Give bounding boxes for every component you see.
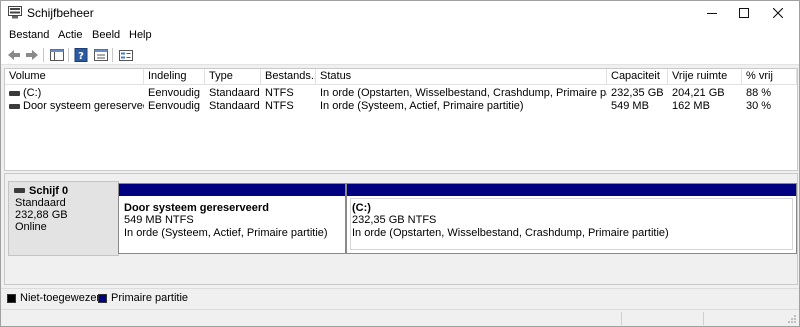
cell-status: In orde (Systeem, Actief, Primaire parti…	[320, 100, 524, 112]
cell-indeling: Eenvoudig	[148, 87, 200, 99]
column-header-bestandssysteem[interactable]: Bestands...	[261, 69, 316, 85]
column-header-capaciteit[interactable]: Capaciteit	[607, 69, 668, 85]
window-title: Schijfbeheer	[27, 6, 94, 20]
disk-state: Online	[15, 221, 47, 233]
disk-management-window: Schijfbeheer Bestand Actie Beeld Help ? …	[0, 0, 800, 327]
partition-size: 549 MB NTFS	[124, 214, 194, 226]
column-header-vrije-ruimte[interactable]: Vrije ruimte	[668, 69, 742, 85]
cell-bestandssysteem: NTFS	[265, 100, 294, 112]
column-header-volume[interactable]: Volume	[5, 69, 144, 85]
cell-vrije-ruimte: 204,21 GB	[672, 87, 725, 99]
minimize-icon	[707, 13, 717, 14]
partition-system-reserved[interactable]: Door systeem gereserveerd 549 MB NTFS In…	[118, 183, 346, 254]
toolbar-separator	[43, 48, 44, 62]
maximize-icon	[739, 8, 749, 18]
cell-vrije-ruimte: 162 MB	[672, 100, 710, 112]
cell-volume: Door systeem gereserveerd	[23, 100, 144, 112]
toolbar-separator	[112, 48, 113, 62]
cell-capaciteit: 232,35 GB	[611, 87, 664, 99]
cell-type: Standaard	[209, 100, 260, 112]
disk-name: Schijf 0	[29, 185, 69, 197]
partition-size: 232,35 GB NTFS	[352, 214, 437, 226]
svg-text:?: ?	[78, 51, 84, 62]
cell-type: Standaard	[209, 87, 260, 99]
primary-partition-bar	[119, 184, 345, 196]
cell-procent-vrij: 30 %	[746, 100, 772, 112]
maximize-button[interactable]	[727, 1, 761, 25]
column-header-status[interactable]: Status	[316, 69, 607, 85]
status-divider	[621, 312, 622, 325]
menu-bestand[interactable]: Bestand	[9, 28, 49, 42]
console-tree-icon[interactable]	[49, 47, 65, 63]
partition-name: Door systeem gereserveerd	[124, 202, 269, 214]
column-header-indeling[interactable]: Indeling	[144, 69, 205, 85]
legend-swatch-primary	[98, 294, 107, 303]
menu-help[interactable]: Help	[129, 28, 152, 42]
help-icon[interactable]: ?	[73, 47, 89, 63]
cell-status: In orde (Opstarten, Wisselbestand, Crash…	[320, 87, 607, 99]
menu-bar: Bestand Actie Beeld Help	[1, 25, 799, 45]
partition-name: (C:)	[352, 202, 371, 214]
menu-beeld[interactable]: Beeld	[92, 28, 120, 42]
toolbar: ?	[1, 45, 799, 65]
primary-partition-bar	[347, 184, 796, 196]
close-button[interactable]	[761, 1, 795, 25]
disk-settings-icon[interactable]	[118, 47, 134, 63]
back-arrow-icon[interactable]	[6, 47, 22, 63]
legend-label-primary: Primaire partitie	[111, 292, 189, 304]
legend-swatch-unallocated	[7, 294, 16, 303]
status-divider	[703, 312, 704, 325]
partition-c-drive[interactable]: (C:) 232,35 GB NTFS In orde (Opstarten, …	[346, 183, 797, 254]
disk-drive-icon	[14, 188, 25, 193]
minimize-button[interactable]	[695, 1, 729, 25]
column-header-procent-vrij[interactable]: % vrij	[742, 69, 797, 85]
disk-management-app-icon	[8, 6, 22, 19]
menu-actie[interactable]: Actie	[58, 28, 82, 42]
cell-capaciteit: 549 MB	[611, 100, 649, 112]
title-bar[interactable]: Schijfbeheer	[1, 1, 799, 25]
legend: Niet-toegewezen Primaire partitie	[1, 288, 799, 308]
cell-procent-vrij: 88 %	[746, 87, 772, 99]
cell-bestandssysteem: NTFS	[265, 87, 294, 99]
close-icon	[773, 8, 783, 18]
volume-list: Volume Indeling Type Bestands... Status …	[4, 68, 798, 171]
cell-indeling: Eenvoudig	[148, 100, 200, 112]
toolbar-separator	[68, 48, 69, 62]
properties-icon[interactable]	[93, 47, 109, 63]
resize-grip-icon[interactable]	[787, 314, 797, 324]
disk-size: 232,88 GB	[15, 209, 68, 221]
forward-arrow-icon[interactable]	[24, 47, 40, 63]
disk-0-label[interactable]: Schijf 0 Standaard 232,88 GB Online	[8, 181, 119, 256]
column-header-type[interactable]: Type	[205, 69, 261, 85]
partition-status: In orde (Systeem, Actief, Primaire parti…	[124, 227, 328, 239]
disk-graphical-view: Schijf 0 Standaard 232,88 GB Online Door…	[4, 173, 798, 285]
legend-label-unallocated: Niet-toegewezen	[20, 292, 103, 304]
disk-type: Standaard	[15, 197, 66, 209]
cell-volume: (C:)	[23, 87, 42, 99]
status-bar	[1, 309, 799, 326]
partition-status: In orde (Opstarten, Wisselbestand, Crash…	[352, 227, 669, 239]
